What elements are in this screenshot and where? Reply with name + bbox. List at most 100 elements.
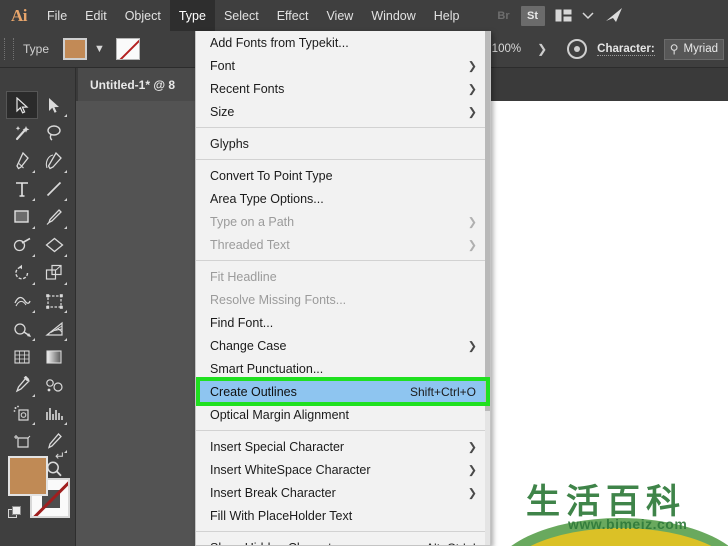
menu-item-convert-to-point-type[interactable]: Convert To Point Type	[196, 164, 490, 187]
tool-column-graph[interactable]	[38, 399, 70, 427]
font-family-value: Myriad	[683, 43, 718, 55]
type-menu-dropdown[interactable]: Add Fonts from Typekit... Font ❯ Recent …	[195, 31, 491, 546]
control-fill-swatch[interactable]	[63, 38, 88, 60]
default-fill-stroke-icon[interactable]	[8, 506, 22, 520]
menu-item-label: Glyphs	[210, 136, 249, 151]
tool-width[interactable]	[6, 287, 38, 315]
arrange-documents-icon[interactable]	[555, 9, 572, 22]
menubar-item-window[interactable]: Window	[362, 0, 424, 31]
tool-shape-builder[interactable]	[6, 315, 38, 343]
menu-bar: Ai File Edit Object Type Select Effect V…	[0, 0, 728, 31]
menu-item-insert-special-character[interactable]: Insert Special Character ❯	[196, 435, 490, 458]
swap-fill-stroke-icon[interactable]: ↵	[55, 449, 65, 463]
menubar-item-edit[interactable]: Edit	[76, 0, 116, 31]
tool-mesh[interactable]	[6, 343, 38, 371]
menu-item-threaded-text: Threaded Text ❯	[196, 233, 490, 256]
menubar-item-help[interactable]: Help	[425, 0, 469, 31]
tool-eyedropper[interactable]	[6, 371, 38, 399]
menubar-item-object[interactable]: Object	[116, 0, 170, 31]
menu-item-label: Font	[210, 58, 236, 73]
menu-separator	[196, 430, 490, 431]
artboard[interactable]	[487, 101, 728, 546]
tool-selection[interactable]	[6, 91, 38, 119]
control-bar-right: 100% ❯ Character: ⚲ Myriad	[492, 38, 728, 60]
tool-gradient[interactable]	[38, 343, 70, 371]
tool-pen[interactable]	[6, 147, 38, 175]
tool-type[interactable]	[6, 175, 38, 203]
menubar-item-file[interactable]: File	[38, 0, 76, 31]
tool-perspective-grid[interactable]	[38, 315, 70, 343]
menubar-item-effect[interactable]: Effect	[268, 0, 318, 31]
menu-item-label: Add Fonts from Typekit...	[210, 35, 349, 50]
menu-item-create-outlines[interactable]: Create Outlines Shift+Ctrl+O	[196, 380, 490, 403]
tool-curvature[interactable]	[38, 147, 70, 175]
fill-color-swatch[interactable]	[8, 456, 48, 496]
menu-item-show-hidden-characters[interactable]: Show Hidden Characters Alt+Ctrl+I	[196, 536, 490, 546]
menubar-item-view[interactable]: View	[317, 0, 362, 31]
font-family-field[interactable]: ⚲ Myriad	[663, 38, 724, 60]
menu-item-label: Threaded Text	[210, 237, 290, 252]
menu-item-insert-whitespace-character[interactable]: Insert WhiteSpace Character ❯	[196, 458, 490, 481]
zoom-level-value[interactable]: 100%	[492, 43, 521, 55]
tool-magic-wand[interactable]	[6, 119, 38, 147]
tool-more-corner-icon	[32, 226, 35, 229]
tool-more-corner-icon	[32, 422, 35, 425]
tool-direct-selection[interactable]	[38, 91, 70, 119]
chevron-right-icon: ❯	[467, 60, 477, 72]
menubar-item-type[interactable]: Type	[169, 0, 215, 31]
chevron-right-icon: ❯	[467, 216, 477, 228]
tool-more-corner-icon	[32, 254, 35, 257]
chevron-down-icon[interactable]	[581, 11, 594, 20]
stock-icon[interactable]: St	[520, 5, 545, 26]
character-label[interactable]: Character:	[597, 43, 655, 56]
menu-item-smart-punctuation[interactable]: Smart Punctuation...	[196, 357, 490, 380]
chevron-right-icon[interactable]: ❯	[527, 42, 557, 56]
menu-item-label: Type on a Path	[210, 214, 295, 229]
menu-item-label: Fill With PlaceHolder Text	[210, 508, 353, 523]
menubar-item-select[interactable]: Select	[215, 0, 268, 31]
menu-item-label: Smart Punctuation...	[210, 361, 324, 376]
tool-rectangle[interactable]	[6, 203, 38, 231]
tool-symbol-sprayer[interactable]	[6, 399, 38, 427]
menu-item-glyphs[interactable]: Glyphs	[196, 132, 490, 155]
control-bar-grip[interactable]	[4, 38, 14, 60]
illustrator-mark-icon[interactable]	[604, 7, 624, 24]
chevron-right-icon: ❯	[467, 441, 477, 453]
menu-item-find-font[interactable]: Find Font...	[196, 311, 490, 334]
menu-item-font[interactable]: Font ❯	[196, 54, 490, 77]
tool-eraser[interactable]	[38, 231, 70, 259]
control-stroke-swatch[interactable]	[115, 38, 140, 60]
menu-item-area-type-options[interactable]: Area Type Options...	[196, 187, 490, 210]
tool-free-transform[interactable]	[38, 287, 70, 315]
tool-blend[interactable]	[38, 371, 70, 399]
menu-item-label: Optical Margin Alignment	[210, 407, 349, 422]
menu-item-size[interactable]: Size ❯	[196, 100, 490, 123]
default-white-swatch	[12, 506, 21, 515]
menu-item-add-fonts-from-typekit[interactable]: Add Fonts from Typekit...	[196, 31, 490, 54]
menu-scrollbar-thumb[interactable]	[485, 31, 490, 411]
tool-more-corner-icon	[32, 282, 35, 285]
menu-item-label: Fit Headline	[210, 269, 277, 284]
tool-paintbrush[interactable]	[38, 203, 70, 231]
tool-artboard[interactable]	[6, 427, 38, 455]
menu-item-change-case[interactable]: Change Case ❯	[196, 334, 490, 357]
fill-stroke-controls: ↵	[8, 449, 70, 520]
menu-item-recent-fonts[interactable]: Recent Fonts ❯	[196, 77, 490, 100]
menu-scrollbar[interactable]	[485, 31, 490, 545]
chevron-right-icon: ❯	[467, 239, 477, 251]
tool-slice[interactable]	[38, 427, 70, 455]
bridge-icon[interactable]: Br	[492, 6, 516, 26]
menu-item-insert-break-character[interactable]: Insert Break Character ❯	[196, 481, 490, 504]
navigator-wheel-icon[interactable]	[567, 39, 588, 59]
tool-more-corner-icon	[64, 310, 67, 313]
tool-scale[interactable]	[38, 259, 70, 287]
menu-item-fill-with-placeholder-text[interactable]: Fill With PlaceHolder Text	[196, 504, 490, 527]
tool-line-segment[interactable]	[38, 175, 70, 203]
tool-rotate[interactable]	[6, 259, 38, 287]
chevron-down-icon[interactable]: ▼	[94, 43, 105, 55]
tool-lasso[interactable]	[38, 119, 70, 147]
menu-item-optical-margin-alignment[interactable]: Optical Margin Alignment	[196, 403, 490, 426]
tool-more-corner-icon	[32, 338, 35, 341]
tool-shaper[interactable]	[6, 231, 38, 259]
tool-more-corner-icon	[64, 170, 67, 173]
